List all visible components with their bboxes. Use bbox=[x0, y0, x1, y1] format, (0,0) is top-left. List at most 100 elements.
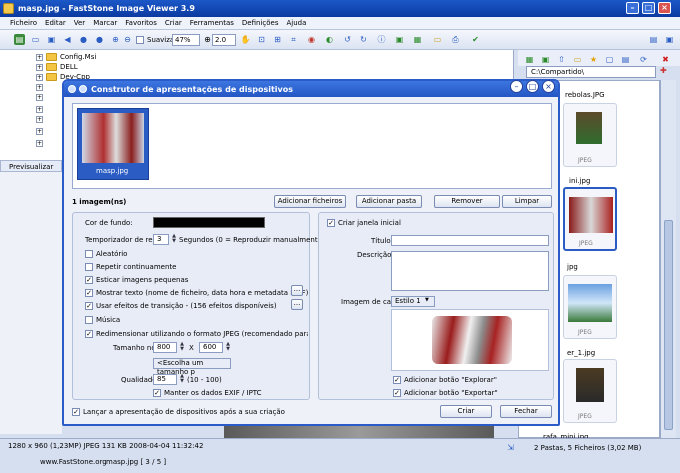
thumbnail-scrollbar[interactable] bbox=[660, 80, 676, 438]
expand-icon[interactable]: + bbox=[36, 54, 43, 61]
explore-button-checkbox[interactable]: ✓ bbox=[393, 376, 401, 384]
clear-button[interactable]: Limpar bbox=[502, 195, 552, 208]
collapse-icon[interactable]: ⇲ bbox=[505, 442, 516, 453]
resize-checkbox[interactable]: ✓ bbox=[85, 330, 93, 338]
menu-criar[interactable]: Criar bbox=[165, 19, 182, 27]
image-list-item[interactable]: masp.jpg bbox=[77, 108, 149, 180]
info-icon[interactable]: ⓘ bbox=[376, 34, 387, 45]
menu-definicoes[interactable]: Definições bbox=[242, 19, 279, 27]
add-files-button[interactable]: Adicionar ficheiros bbox=[274, 195, 346, 208]
thumbnail-selected[interactable]: JPEG bbox=[563, 187, 617, 251]
quality-spinner-icon[interactable]: ▲ ▼ bbox=[178, 374, 186, 385]
path-input[interactable]: C:\Compartido\ bbox=[526, 66, 656, 78]
hand-icon[interactable]: ✋ bbox=[240, 34, 251, 45]
favorites-icon[interactable]: ★ bbox=[588, 54, 599, 65]
zoom-factor-select[interactable]: 2.0 bbox=[212, 34, 236, 46]
size-preset-select[interactable]: <Escolha um tamanho p bbox=[153, 358, 231, 376]
tree-item[interactable]: Config.Msi bbox=[46, 52, 96, 62]
up-folder-icon[interactable]: ⇧ bbox=[556, 54, 567, 65]
zoom-in-icon[interactable]: ⊕ bbox=[110, 34, 121, 45]
keep-exif-checkbox[interactable]: ✓ bbox=[153, 389, 161, 397]
email-icon[interactable]: ▭ bbox=[432, 34, 443, 45]
back-icon[interactable]: ◀ bbox=[62, 34, 73, 45]
menu-editar[interactable]: Editar bbox=[45, 19, 66, 27]
thumbnail[interactable]: JPEG bbox=[563, 103, 617, 167]
export-button-checkbox[interactable]: ✓ bbox=[393, 389, 401, 397]
open-icon[interactable]: ▤ bbox=[14, 34, 25, 45]
image-list[interactable]: masp.jpg bbox=[72, 103, 552, 189]
timer-spinner-icon[interactable]: ▲ ▼ bbox=[170, 234, 178, 245]
expand-icon[interactable]: + bbox=[36, 84, 43, 91]
print-icon[interactable]: ⎙ bbox=[450, 34, 461, 45]
minimize-icon[interactable]: – bbox=[626, 2, 639, 14]
chevron-down-icon[interactable]: ▼ bbox=[425, 297, 429, 303]
transitions-checkbox[interactable]: ✓ bbox=[85, 302, 93, 310]
random-checkbox[interactable] bbox=[85, 250, 93, 258]
fullscreen-icon[interactable]: ▣ bbox=[664, 34, 675, 45]
settings-icon[interactable]: ✔ bbox=[470, 34, 481, 45]
zoom-out-icon[interactable]: ⊖ bbox=[122, 34, 133, 45]
launch-checkbox[interactable]: ✓ bbox=[72, 408, 80, 416]
menu-ferramentas[interactable]: Ferramentas bbox=[190, 19, 234, 27]
expand-icon[interactable]: + bbox=[36, 64, 43, 71]
refresh-icon[interactable]: ⟳ bbox=[638, 54, 649, 65]
rotate-left-icon[interactable]: ↺ bbox=[342, 34, 353, 45]
copy-icon[interactable]: ▢ bbox=[604, 54, 615, 65]
show-text-checkbox[interactable]: ✓ bbox=[85, 289, 93, 297]
close-button[interactable]: Fechar bbox=[500, 405, 552, 418]
thumbs-icon[interactable]: ▦ bbox=[524, 54, 535, 65]
menu-marcar[interactable]: Marcar bbox=[93, 19, 117, 27]
close-icon[interactable]: × bbox=[658, 2, 671, 14]
title-input[interactable] bbox=[391, 235, 549, 246]
loop-checkbox[interactable] bbox=[85, 263, 93, 271]
text-options-button[interactable]: ... bbox=[291, 285, 303, 296]
dialog-close-icon[interactable]: × bbox=[542, 80, 555, 93]
width-input[interactable]: 800 bbox=[153, 342, 177, 353]
menu-favoritos[interactable]: Favoritos bbox=[125, 19, 157, 27]
view-icon[interactable]: ▣ bbox=[540, 54, 551, 65]
transitions-options-button[interactable]: ... bbox=[291, 299, 303, 310]
description-textarea[interactable] bbox=[391, 251, 549, 291]
delete-icon[interactable]: ✖ bbox=[660, 54, 671, 65]
website-link[interactable]: www.FastStone.org bbox=[40, 458, 107, 466]
remove-button[interactable]: Remover bbox=[434, 195, 500, 208]
timer-input[interactable]: 3 bbox=[153, 234, 169, 245]
smooth-checkbox[interactable] bbox=[136, 36, 144, 44]
dialog-minimize-icon[interactable]: – bbox=[510, 80, 523, 93]
zoom-select[interactable]: 47% bbox=[172, 34, 200, 46]
tree-item[interactable]: DELL bbox=[46, 62, 78, 72]
slideshow-icon[interactable]: ▣ bbox=[394, 34, 405, 45]
move-icon[interactable]: ▤ bbox=[620, 54, 631, 65]
prev-icon[interactable]: ● bbox=[78, 34, 89, 45]
height-spinner-icon[interactable]: ▲ ▼ bbox=[224, 342, 232, 353]
expand-icon[interactable]: + bbox=[36, 94, 43, 101]
expand-icon[interactable]: + bbox=[36, 128, 43, 135]
dialog-maximize-icon[interactable]: □ bbox=[526, 80, 539, 93]
folder-icon[interactable]: ▭ bbox=[30, 34, 41, 45]
save-icon[interactable]: ▣ bbox=[46, 34, 57, 45]
music-checkbox[interactable] bbox=[85, 316, 93, 324]
preview-label[interactable]: Previsualizar bbox=[0, 160, 62, 172]
expand-icon[interactable]: + bbox=[36, 106, 43, 113]
red-eye-icon[interactable]: ◉ bbox=[306, 34, 317, 45]
actual-size-icon[interactable]: ⊞ bbox=[272, 34, 283, 45]
expand-icon[interactable]: + bbox=[36, 140, 43, 147]
create-start-checkbox[interactable]: ✓ bbox=[327, 219, 335, 227]
menu-ver[interactable]: Ver bbox=[74, 19, 85, 27]
menu-ajuda[interactable]: Ajuda bbox=[286, 19, 306, 27]
thumbnail[interactable]: JPEG bbox=[563, 275, 617, 339]
scroll-thumb[interactable] bbox=[664, 220, 673, 430]
layout-icon[interactable]: ▤ bbox=[648, 34, 659, 45]
folder-icon[interactable]: ▭ bbox=[572, 54, 583, 65]
quality-input[interactable]: 85 bbox=[153, 374, 177, 385]
next-icon[interactable]: ● bbox=[94, 34, 105, 45]
add-folder-button[interactable]: Adicionar pasta bbox=[356, 195, 422, 208]
adjust-icon[interactable]: ◐ bbox=[324, 34, 335, 45]
rotate-right-icon[interactable]: ↻ bbox=[358, 34, 369, 45]
pin-icon[interactable]: ✚ bbox=[660, 66, 674, 78]
thumbnail[interactable]: JPEG bbox=[563, 359, 617, 423]
height-input[interactable]: 600 bbox=[199, 342, 223, 353]
fit-icon[interactable]: ⊡ bbox=[256, 34, 267, 45]
stretch-checkbox[interactable]: ✓ bbox=[85, 276, 93, 284]
compare-icon[interactable]: ▦ bbox=[412, 34, 423, 45]
